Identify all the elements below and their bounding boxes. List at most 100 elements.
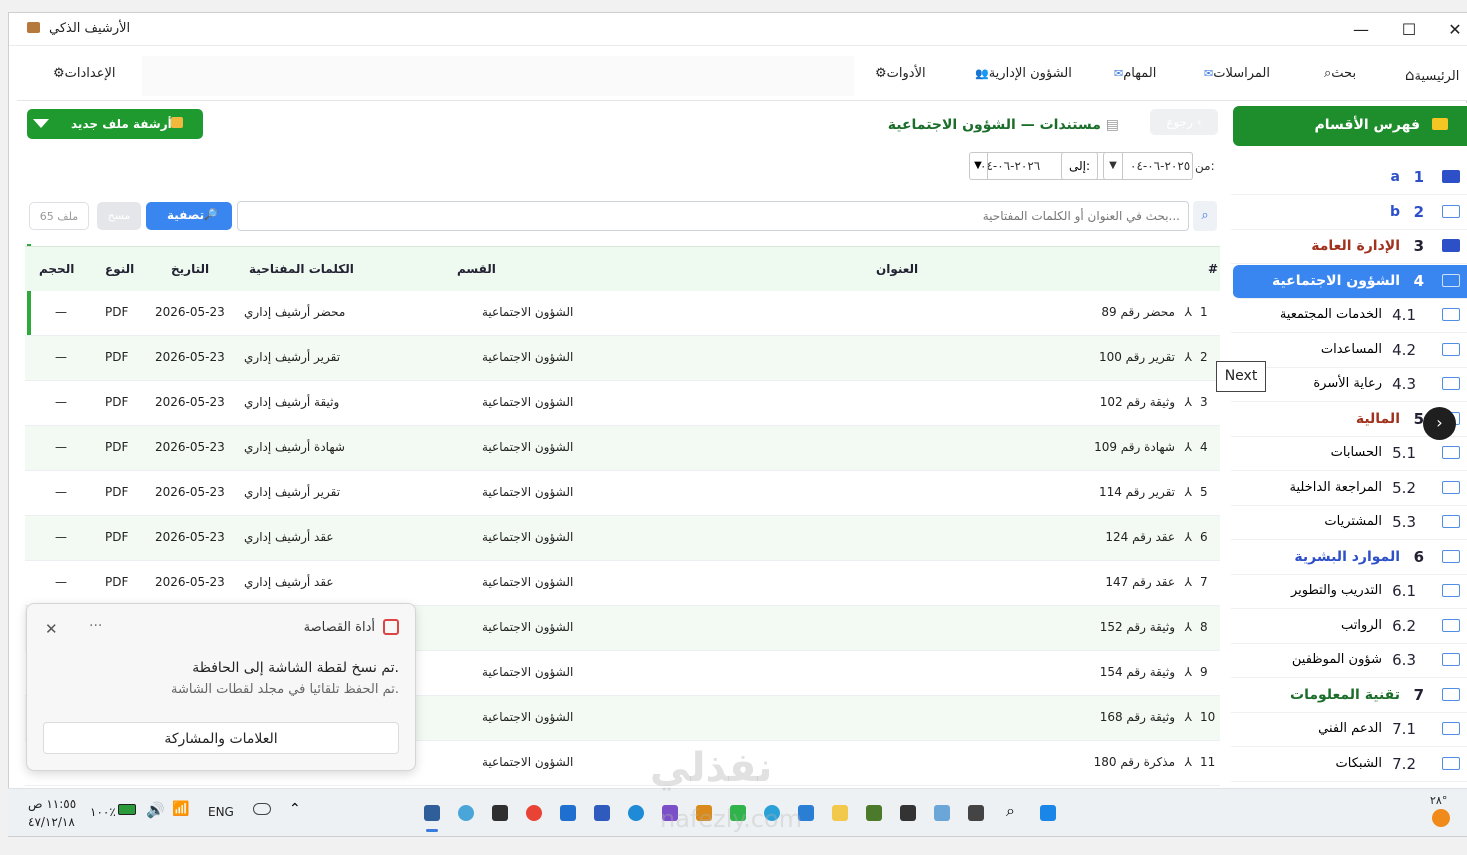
more-options-icon[interactable]: ··· <box>89 618 102 634</box>
cloud-icon[interactable] <box>253 803 271 815</box>
header-section[interactable]: القسم <box>457 262 496 276</box>
terminal-icon[interactable] <box>900 805 916 821</box>
nav-search[interactable]: ⌕بحث <box>1324 66 1356 81</box>
to-date-dropdown-icon[interactable]: ▼ <box>969 152 988 180</box>
weather-temp[interactable]: ٢٨° <box>1430 794 1447 807</box>
nav-tools[interactable]: ⚙الأدوات <box>875 66 926 81</box>
sections-sidebar: فهرس الأقسام 1 a 2 b 3 الإدارة العامة 4 الشؤون … <box>1231 103 1467 803</box>
file-explorer-icon[interactable] <box>832 805 848 821</box>
edge-icon[interactable] <box>628 805 644 821</box>
from-date-value: ٢٠٢٥-٠٦-٠٤ <box>1130 159 1191 173</box>
app-icon-green[interactable] <box>866 805 882 821</box>
close-button[interactable]: ✕ <box>1433 16 1467 44</box>
search-input[interactable]: بحث في العنوان أو الكلمات المفتاحية... <box>237 201 1189 231</box>
nav-settings-label: الإعدادات <box>64 66 116 81</box>
minimize-button[interactable]: — <box>1339 16 1383 44</box>
cell-keywords: عقد أرشيف إداري <box>244 530 334 544</box>
nav-admin[interactable]: 👥الشؤون الإدارية <box>972 66 1072 81</box>
breadcrumb-root[interactable]: مستندات <box>1040 117 1101 133</box>
volume-icon[interactable]: 🔊 <box>146 801 165 819</box>
markup-share-button[interactable]: العلامات والمشاركة <box>43 722 399 754</box>
notes-icon[interactable] <box>492 805 508 821</box>
table-row[interactable]: 2 تقرير رقم 100 الشؤون الاجتماعية تقرير أرش… <box>25 336 1220 381</box>
clock-date[interactable]: ٤٧/١٢/١٨ <box>28 815 75 829</box>
archive-app-icon[interactable] <box>424 805 440 821</box>
sidebar-item-6-3[interactable]: 6.3 شؤون الموظفين <box>1231 644 1467 678</box>
from-date-dropdown-icon[interactable]: ▼ <box>1104 153 1123 179</box>
cell-title[interactable]: عقد رقم 124 <box>1105 530 1175 544</box>
sidebar-item-5-1[interactable]: 5.1 الحسابات <box>1231 437 1467 471</box>
cell-title[interactable]: تقرير رقم 114 <box>1099 485 1175 499</box>
header-title[interactable]: العنوان <box>876 262 918 276</box>
search-button[interactable]: ⌕ <box>1193 201 1217 231</box>
back-button[interactable]: رجوع ‹ <box>1150 109 1218 135</box>
nav-home[interactable]: ⌂الرئيسية <box>1405 66 1459 84</box>
next-arrow-button[interactable]: › <box>1423 407 1456 440</box>
cell-title[interactable]: مذكرة رقم 180 <box>1094 755 1175 769</box>
filter-button[interactable]: تصفية 🔎 <box>146 202 232 230</box>
new-file-button[interactable]: أرشفة ملف جديد <box>27 109 203 139</box>
app-icon-dark[interactable] <box>968 805 984 821</box>
table-row[interactable]: 3 وثيقة رقم 102 الشؤون الاجتماعية وثيقة أرش… <box>25 381 1220 426</box>
header-date[interactable]: التاريخ <box>171 262 209 276</box>
table-row[interactable]: 7 عقد رقم 147 الشؤون الاجتماعية عقد أرشيف إ… <box>25 561 1220 606</box>
battery-icon[interactable] <box>118 804 136 815</box>
sidebar-item-4[interactable]: 4 الشؤون الاجتماعية <box>1233 264 1467 299</box>
sidebar-item-5-2[interactable]: 5.2 المراجعة الداخلية <box>1231 472 1467 506</box>
sidebar-item-4-3[interactable]: 4.3 رعاية الأسرة <box>1231 368 1467 402</box>
header-type[interactable]: النوع <box>105 262 134 276</box>
header-size[interactable]: الحجم <box>39 262 74 276</box>
sidebar-item-6-2[interactable]: 6.2 الرواتب <box>1231 610 1467 644</box>
table-row[interactable]: 1 محضر رقم 89 الشؤون الاجتماعية محضر أرشيف … <box>25 291 1220 336</box>
header-keywords[interactable]: الكلمات المفتاحية <box>249 262 354 276</box>
weather-icon[interactable] <box>1432 809 1450 827</box>
cell-title[interactable]: وثيقة رقم 102 <box>1100 395 1175 409</box>
sidebar-item-1[interactable]: 1a <box>1231 161 1467 195</box>
nav-tasks[interactable]: ✉المهام <box>1111 66 1156 81</box>
maximize-button[interactable]: ☐ <box>1387 16 1431 44</box>
sidebar-item-6-1[interactable]: 6.1 التدريب والتطوير <box>1231 575 1467 609</box>
cell-title[interactable]: عقد رقم 147 <box>1105 575 1175 589</box>
sidebar-item-7[interactable]: 7 تقنية المعلومات <box>1231 679 1467 713</box>
cell-title[interactable]: وثيقة رقم 152 <box>1100 620 1175 634</box>
chevron-up-icon[interactable]: ⌃ <box>289 801 301 817</box>
close-icon[interactable]: ✕ <box>45 620 58 638</box>
sidebar-item-5-3[interactable]: 5.3 المشتريات <box>1231 506 1467 540</box>
sidebar-item-7-2[interactable]: 7.2 الشبكات <box>1231 748 1467 782</box>
chrome-icon[interactable] <box>526 805 542 821</box>
nav-settings[interactable]: ⚙الإعدادات <box>53 66 116 81</box>
language-indicator[interactable]: ENG <box>208 805 234 819</box>
window-icon[interactable] <box>934 805 950 821</box>
cell-title[interactable]: محضر رقم 89 <box>1101 305 1175 319</box>
sidebar-item-4-2[interactable]: 4.2 المساعدات <box>1231 334 1467 368</box>
sidebar-item-6[interactable]: 6 الموارد البشرية <box>1231 541 1467 575</box>
nav-correspondence[interactable]: ✉المراسلات <box>1201 66 1270 81</box>
sidebar-item-3[interactable]: 3 الإدارة العامة <box>1231 230 1467 264</box>
folder-icon <box>1442 446 1460 459</box>
sidebar-item-number: 4.3 <box>1392 375 1416 393</box>
sidebar-item-2[interactable]: 2b <box>1231 196 1467 230</box>
cell-title[interactable]: وثيقة رقم 168 <box>1100 710 1175 724</box>
clock-time[interactable]: ١١:٥٥ ص <box>28 797 76 811</box>
taskbar-search-icon[interactable]: ⌕ <box>1006 801 1015 821</box>
pdf-file-icon: ⅄ <box>1184 440 1192 454</box>
calendar-icon[interactable] <box>594 805 610 821</box>
cell-title[interactable]: وثيقة رقم 154 <box>1100 665 1175 679</box>
table-row[interactable]: 4 شهادة رقم 109 الشؤون الاجتماعية شهادة أرش… <box>25 426 1220 471</box>
cell-date: 2026-05-23 <box>155 485 225 499</box>
cell-num: 2 <box>1200 350 1208 364</box>
table-header: # العنوان القسم الكلمات المفتاحية التاري… <box>25 246 1220 291</box>
sidebar-item-7-1[interactable]: 7.1 الدعم الفني <box>1231 713 1467 747</box>
outlook-icon[interactable] <box>560 805 576 821</box>
table-row[interactable]: 6 عقد رقم 124 الشؤون الاجتماعية عقد أرشيف إ… <box>25 516 1220 561</box>
cell-title[interactable]: شهادة رقم 109 <box>1094 440 1175 454</box>
table-row[interactable]: 5 تقرير رقم 114 الشؤون الاجتماعية تقرير أرش… <box>25 471 1220 516</box>
clear-button[interactable]: مسح <box>97 202 141 230</box>
sidebar-item-4-1[interactable]: 4.1 الخدمات المجتمعية <box>1231 299 1467 333</box>
wifi-icon[interactable]: 📶 <box>172 801 189 817</box>
photos-icon[interactable] <box>458 805 474 821</box>
cell-title[interactable]: تقرير رقم 100 <box>1099 350 1175 364</box>
from-date-field[interactable]: ٢٠٢٥-٠٦-٠٤ ▼ <box>1103 152 1193 180</box>
windows-start-icon[interactable] <box>1040 805 1056 821</box>
cell-size: — <box>55 575 67 589</box>
